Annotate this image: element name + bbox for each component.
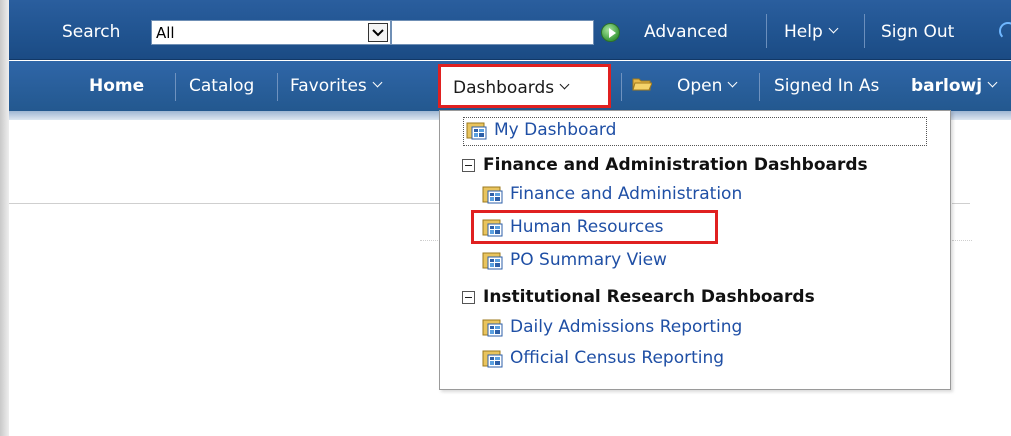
divider: [277, 73, 278, 101]
search-bar: Search All Advanced Help Sign Out: [9, 0, 1011, 60]
search-label: Search: [62, 22, 121, 42]
nav-dashboards[interactable]: Dashboards: [438, 64, 611, 108]
open-label: Open: [677, 76, 723, 96]
divider: [864, 14, 865, 48]
menu-item-label: PO Summary View: [510, 250, 667, 270]
signed-in-user[interactable]: barlowj: [911, 76, 998, 96]
menu-item-label: Finance and Administration: [510, 184, 743, 204]
divider: [766, 14, 767, 48]
menu-item-label: Official Census Reporting: [510, 348, 725, 368]
search-input[interactable]: [391, 20, 594, 45]
dashboard-icon: [466, 122, 487, 140]
chevron-down-icon[interactable]: [368, 23, 388, 42]
nav-catalog[interactable]: Catalog: [189, 76, 254, 96]
nav-favorites[interactable]: Favorites: [290, 76, 383, 96]
chevron-down-icon: [988, 79, 998, 89]
folder-open-icon: [632, 78, 652, 91]
divider: [420, 240, 440, 241]
menu-item-label: Daily Admissions Reporting: [510, 317, 743, 337]
divider: [175, 73, 176, 101]
advanced-link[interactable]: Advanced: [644, 22, 728, 42]
dashboard-icon: [482, 252, 503, 270]
group-title: Finance and Administration Dashboards: [483, 155, 868, 175]
signed-in-as-label: Signed In As: [774, 76, 880, 96]
nav-open[interactable]: Open: [677, 76, 738, 96]
chevron-down-icon: [829, 25, 839, 35]
nav-home[interactable]: Home: [89, 76, 144, 96]
dashboards-menu-label: Dashboards: [453, 78, 570, 98]
divider: [952, 240, 972, 241]
collapse-icon[interactable]: [462, 158, 475, 172]
menu-item-finance-administration[interactable]: Finance and Administration: [482, 184, 742, 204]
chevron-down-icon: [373, 79, 383, 89]
menu-item-daily-admissions-reporting[interactable]: Daily Admissions Reporting: [482, 317, 742, 337]
group-institutional-research-header[interactable]: Institutional Research Dashboards: [462, 287, 815, 307]
menu-item-po-summary-view[interactable]: PO Summary View: [482, 250, 667, 270]
loading-spinner-icon: [999, 22, 1011, 40]
search-scope-value: All: [156, 24, 175, 42]
menu-item-label: Human Resources: [510, 217, 664, 237]
divider: [9, 203, 439, 204]
menu-item-my-dashboard[interactable]: My Dashboard: [466, 120, 616, 140]
menu-item-label: My Dashboard: [494, 120, 617, 140]
divider: [952, 203, 970, 204]
group-finance-header[interactable]: Finance and Administration Dashboards: [462, 155, 868, 175]
collapse-icon[interactable]: [462, 290, 475, 304]
dashboards-label: Dashboards: [453, 78, 555, 98]
group-title: Institutional Research Dashboards: [483, 287, 815, 307]
dashboard-icon: [482, 219, 503, 237]
left-shadow: [0, 0, 9, 436]
chevron-down-icon: [560, 81, 570, 91]
menu-item-human-resources[interactable]: Human Resources: [482, 217, 664, 237]
go-arrow-icon[interactable]: [601, 23, 620, 42]
app-window: Search All Advanced Help Sign Out Home C…: [0, 0, 1011, 436]
favorites-label: Favorites: [290, 76, 367, 96]
dashboard-icon: [482, 350, 503, 368]
search-scope-select[interactable]: All: [151, 20, 391, 45]
help-label: Help: [784, 22, 823, 42]
dashboard-icon: [482, 319, 503, 337]
menu-item-official-census-reporting[interactable]: Official Census Reporting: [482, 348, 724, 368]
chevron-down-icon: [728, 79, 738, 89]
user-label: barlowj: [911, 76, 983, 96]
sign-out-link[interactable]: Sign Out: [881, 22, 954, 42]
help-menu[interactable]: Help: [784, 22, 839, 42]
divider: [621, 73, 622, 101]
dashboards-dropdown-menu: My Dashboard Finance and Administration …: [439, 110, 951, 390]
dashboard-icon: [482, 186, 503, 204]
divider: [759, 73, 760, 101]
